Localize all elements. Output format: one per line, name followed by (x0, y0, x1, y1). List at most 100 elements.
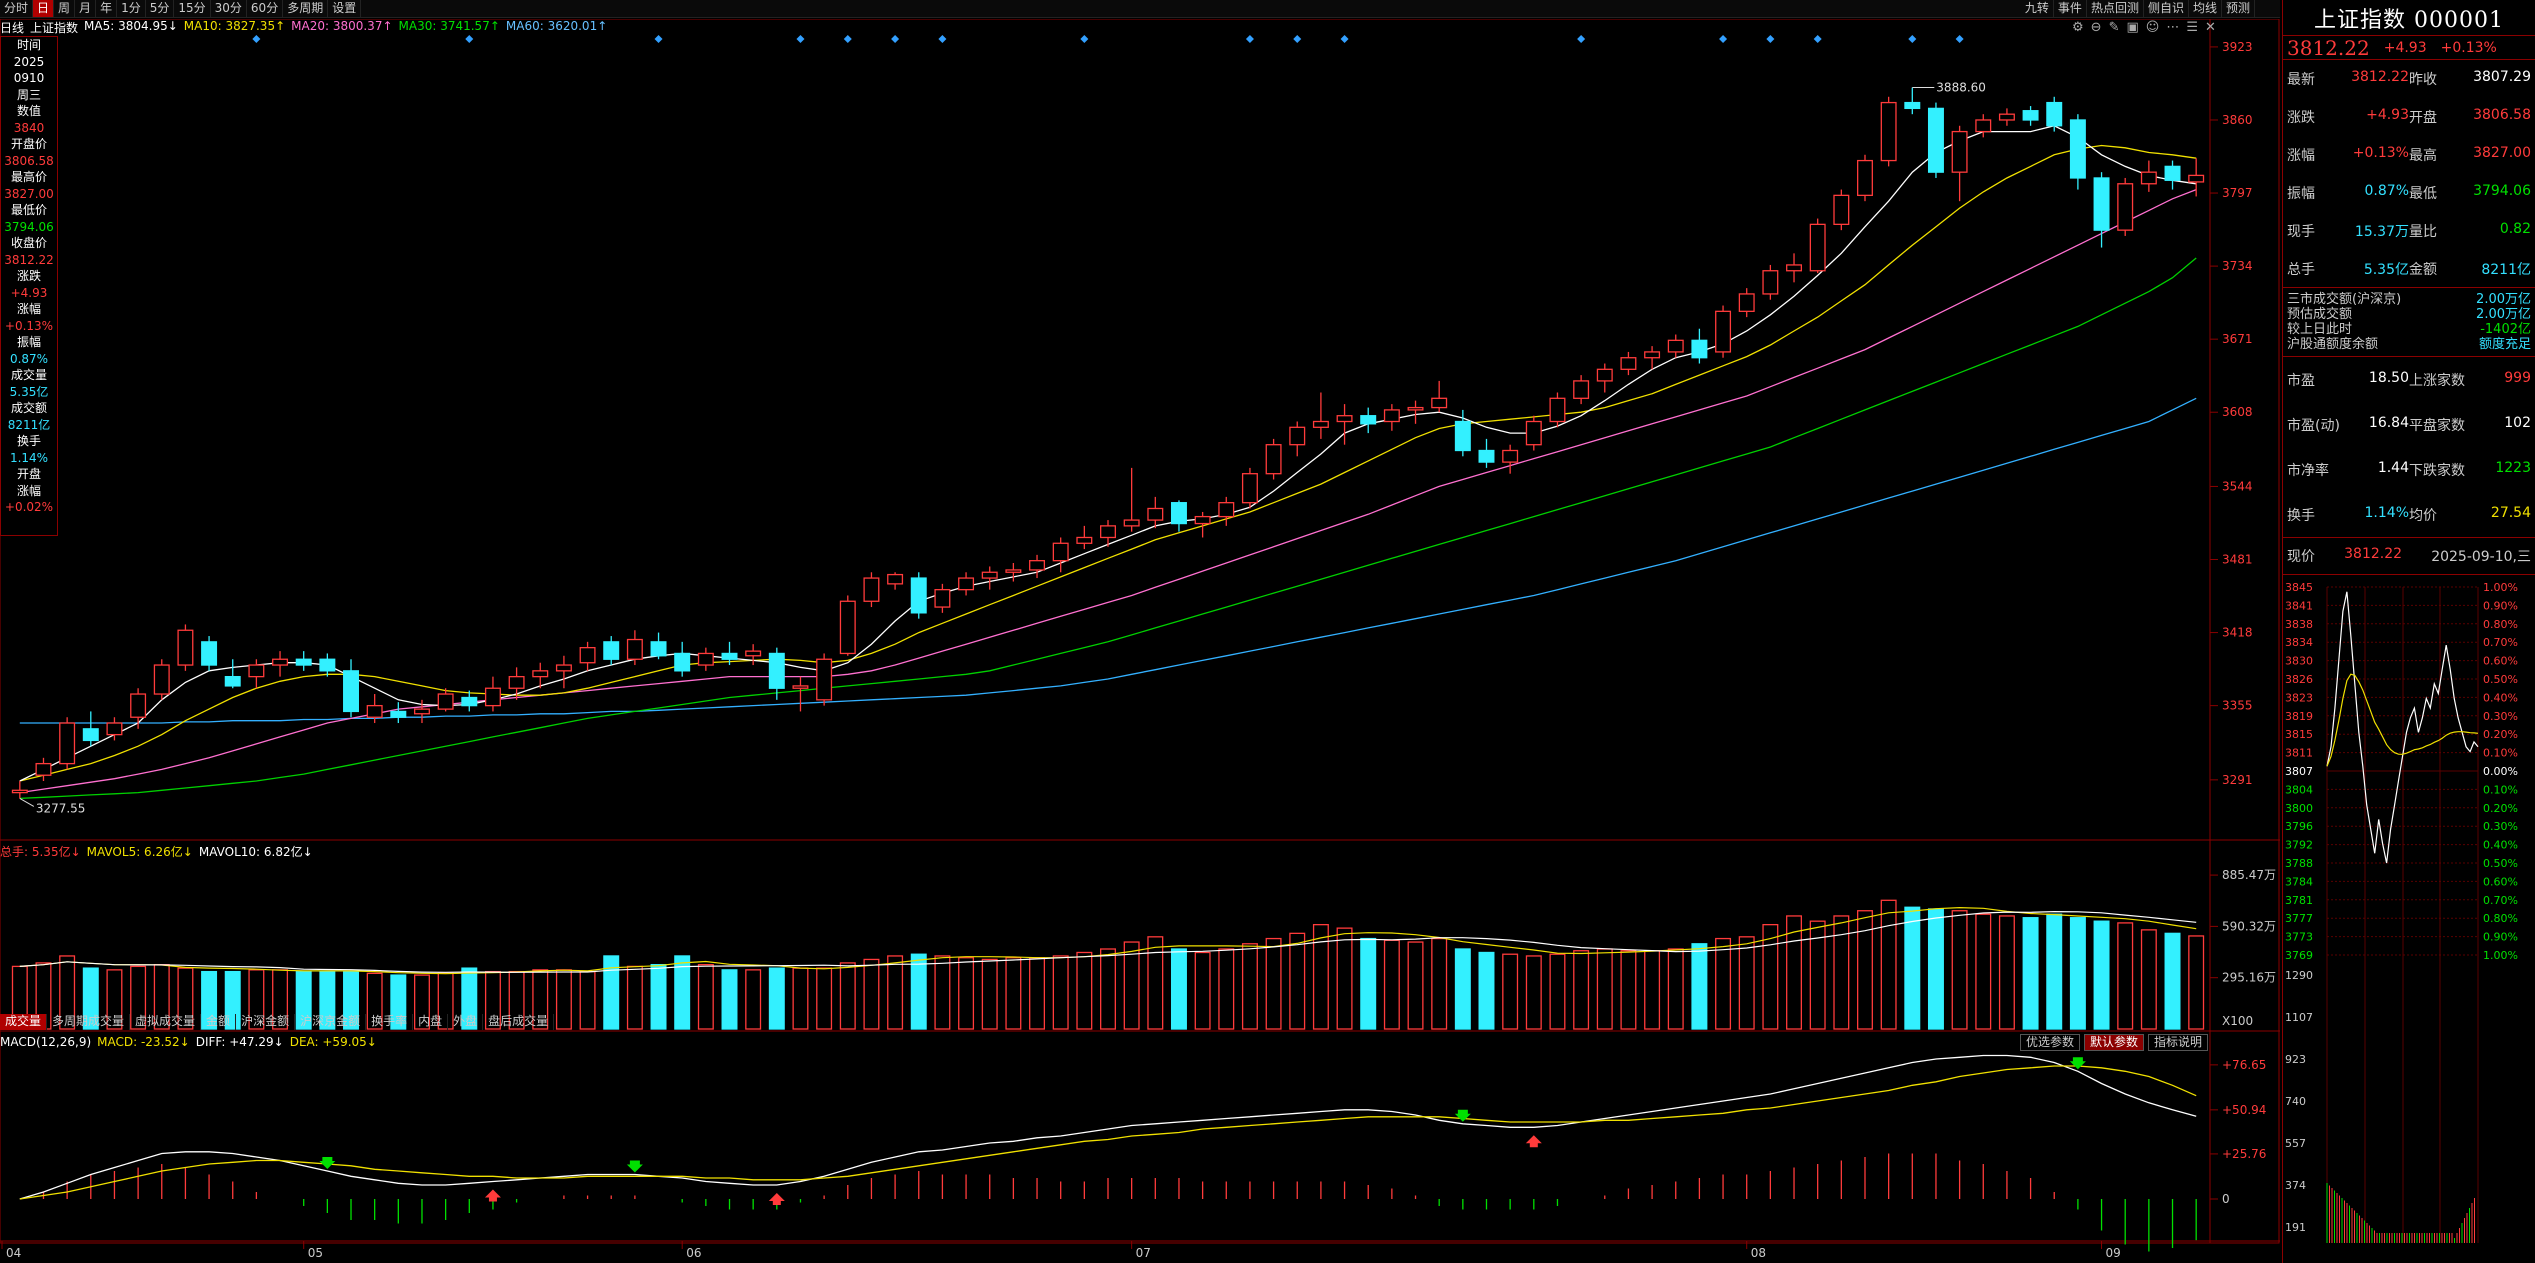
sell-arrow-icon (2069, 1057, 2086, 1070)
tool-tab-5[interactable]: 预测 (2222, 0, 2255, 18)
zoom-out-icon[interactable]: ⊖ (2091, 20, 2102, 35)
candle-body (1525, 420, 1542, 446)
stat-value: 999 (2504, 369, 2531, 386)
info-row: 涨跌 (16, 269, 41, 283)
kline-chart[interactable]: 3923 3860 3797 3734 3671 3608 3544 3481 3418 3355… (0, 19, 2280, 1263)
list-icon[interactable]: ☰ (2186, 20, 2198, 35)
tool-tab-1[interactable]: 事件 (2054, 0, 2087, 18)
now-value: 3812.22 (2344, 546, 2403, 562)
volume-bar (1076, 951, 1093, 1030)
tool-tab-0[interactable]: 九转 (2021, 0, 2054, 18)
volume-bar (1975, 913, 1992, 1030)
candle-body (1336, 415, 1353, 423)
volume-bar (579, 970, 596, 1030)
volume-bar (1100, 948, 1116, 1030)
macd-btn-1[interactable]: 默认参数 (2084, 1034, 2145, 1051)
volume-tab-2[interactable]: 虚拟成交量 (130, 1014, 202, 1030)
volume-tab-6[interactable]: 换手率 (366, 1014, 414, 1030)
event-marker-icon (938, 35, 947, 43)
volume-bar (2164, 932, 2181, 1030)
intraday-pct-label: 0.70% (2483, 636, 2518, 649)
quote-cell: 最高 3827.00 (2409, 145, 2531, 165)
tool-tab-2[interactable]: 热点回测 (2087, 0, 2144, 18)
turnover-row: 预估成交额 2.00万亿 (2283, 307, 2535, 322)
macd-axis-label: +25.76 (2222, 1147, 2266, 1161)
intraday-pct-label: 0.30% (2483, 820, 2518, 833)
candle-body (59, 722, 76, 765)
intraday-pct-label: 0.60% (2483, 655, 2518, 668)
candle-body (1549, 397, 1566, 423)
period-tab-7[interactable]: 15分 (174, 0, 211, 17)
quote-row: 振幅 0.87% 最低 3794.06 (2283, 174, 2535, 212)
sell-arrow-icon (626, 1160, 643, 1173)
quote-value: 5.35亿 (2363, 261, 2409, 278)
person-icon[interactable]: ☺ (2146, 20, 2160, 35)
macd-btn-2[interactable]: 指标说明 (2148, 1034, 2209, 1051)
turnover-label: 预估成交额 (2287, 307, 2353, 322)
candle-body (2188, 174, 2205, 183)
period-tab-0[interactable]: 分时 (0, 0, 34, 17)
intraday-pct-label: 0.10% (2483, 747, 2518, 760)
period-tab-9[interactable]: 60分 (247, 0, 284, 17)
volume-tab-8[interactable]: 外盘 (448, 1014, 484, 1030)
intraday-chart[interactable]: 3845 1.00% 3841 0.90% 3838 0.80% 3834 0.70% 3830… (2283, 575, 2535, 1243)
volume-tab-0[interactable]: 成交量 (0, 1014, 48, 1030)
volume-bar (1927, 908, 1944, 1030)
turnover-value: 2.00万亿 (2476, 292, 2531, 307)
candle-body (130, 693, 147, 718)
candle-body (2046, 101, 2063, 127)
volume-tab-9[interactable]: 盘后成交量 (483, 1014, 555, 1030)
volume-tab-4[interactable]: 沪深金额 (236, 1014, 296, 1030)
period-tab-10[interactable]: 多周期 (283, 0, 329, 17)
macd-btn-0[interactable]: 优选参数 (2020, 1034, 2081, 1051)
period-tab-6[interactable]: 5分 (146, 0, 175, 17)
stat-row: 市盈 18.50 上涨家数 999 (2283, 357, 2535, 402)
image-icon[interactable]: ▣ (2126, 20, 2138, 35)
event-marker-icon (252, 35, 261, 43)
candle-body (2022, 110, 2039, 121)
volume-tab-1[interactable]: 多周期成交量 (47, 1014, 131, 1030)
quote-label: 金额 (2409, 261, 2437, 278)
volume-bar (1383, 939, 1400, 1030)
volume-tab-3[interactable]: 金额 (201, 1014, 237, 1030)
quote-cell: 开盘 3806.58 (2409, 107, 2531, 127)
close-icon[interactable]: ✕ (2205, 20, 2216, 35)
period-tab-4[interactable]: 年 (96, 0, 118, 17)
candle-body (1265, 444, 1282, 475)
dots-icon[interactable]: ⋯ (2166, 20, 2179, 35)
brush-icon[interactable]: ✎ (2109, 20, 2120, 35)
candle-body (1100, 525, 1116, 539)
info-row: 周三 (16, 87, 41, 102)
volume-tab-7[interactable]: 内盘 (413, 1014, 449, 1030)
tool-tab-4[interactable]: 均线 (2189, 0, 2222, 18)
stat-value: 27.54 (2490, 504, 2531, 521)
stat-row: 换手 1.14% 均价 27.54 (2283, 492, 2535, 537)
info-row: 开盘 (16, 467, 41, 481)
candle-body (11, 789, 28, 794)
tool-tab-3[interactable]: 侧自识 (2144, 0, 2189, 18)
candle-body (981, 571, 998, 579)
period-tab-3[interactable]: 月 (75, 0, 97, 17)
settings-icon[interactable]: ⚙ (2072, 20, 2084, 35)
quote-cell: 涨跌 +4.93 (2287, 107, 2409, 127)
period-tab-2[interactable]: 周 (54, 0, 76, 17)
price-axis-label: 3608 (2222, 405, 2253, 419)
volume-bar (1857, 910, 1873, 1030)
period-tab-5[interactable]: 1分 (117, 0, 146, 17)
volume-bar (887, 955, 904, 1030)
price-change-pct: +0.13% (2440, 39, 2497, 56)
volume-tab-5[interactable]: 沪深京金额 (295, 1014, 367, 1030)
chart-icon-bar: ⚙ ⊖ ✎ ▣ ☺ ⋯ ☰ ✕ (2072, 20, 2216, 35)
current-price: 3812.22 (2287, 35, 2370, 60)
volume-bar (1573, 950, 1590, 1030)
price-axis-label: 3734 (2222, 259, 2253, 273)
candle-body (1644, 351, 1661, 359)
intraday-price-label: 3826 (2285, 673, 2313, 686)
period-tab-8[interactable]: 30分 (211, 0, 247, 17)
period-tab-1[interactable]: 日 (33, 0, 55, 17)
period-tab-11[interactable]: 设置 (328, 0, 362, 17)
quote-cell: 总手 5.35亿 (2287, 259, 2409, 279)
intraday-price-label: 3823 (2285, 691, 2313, 704)
turnover-value: 2.00万亿 (2476, 307, 2531, 322)
candle-body (177, 629, 194, 666)
